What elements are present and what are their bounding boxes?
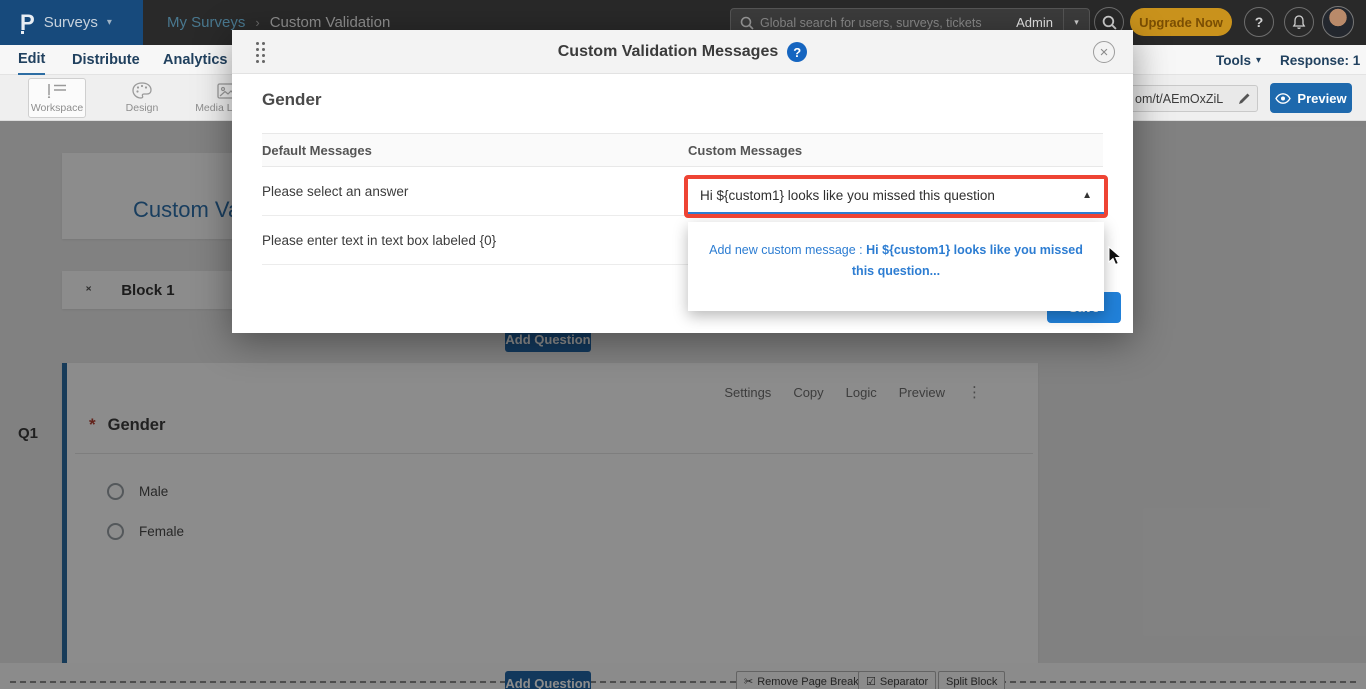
custom-message-select[interactable]: Hi ${custom1} looks like you missed this… bbox=[688, 179, 1104, 214]
preview-button[interactable]: Preview bbox=[1270, 83, 1352, 113]
tab-edit[interactable]: Edit bbox=[18, 45, 45, 75]
tab-analytics[interactable]: Analytics bbox=[163, 45, 227, 75]
toolbar-item-design[interactable]: Design bbox=[113, 78, 171, 118]
response-count[interactable]: Response: 1 bbox=[1280, 45, 1360, 75]
breadcrumb-current: Custom Validation bbox=[270, 14, 391, 31]
custom-message-value: Hi ${custom1} looks like you missed this… bbox=[700, 188, 1082, 203]
chevron-down-icon: ▾ bbox=[1256, 55, 1261, 66]
palette-icon bbox=[132, 82, 152, 99]
modal-question-title: Gender bbox=[262, 90, 322, 110]
select-dropdown-panel: Add new custom message : Hi ${custom1} l… bbox=[688, 222, 1104, 311]
modal-header: Custom Validation Messages ? × bbox=[232, 30, 1133, 74]
mouse-cursor bbox=[1108, 246, 1123, 267]
notifications-button[interactable] bbox=[1284, 7, 1314, 37]
eye-icon bbox=[1275, 93, 1291, 104]
pen-lines-icon bbox=[46, 83, 68, 99]
help-button[interactable]: ? bbox=[1244, 7, 1274, 37]
app-switcher[interactable]: P Surveys ▾ bbox=[0, 0, 143, 45]
help-icon[interactable]: ? bbox=[787, 42, 807, 62]
chevron-down-icon: ▾ bbox=[1074, 17, 1079, 28]
tools-menu[interactable]: Tools ▾ bbox=[1216, 45, 1261, 75]
search-icon bbox=[1102, 15, 1117, 30]
column-custom-messages: Custom Messages bbox=[688, 143, 1103, 158]
share-url-value: om/t/AEmOxZiL bbox=[1135, 92, 1233, 106]
search-scope-label[interactable]: Admin bbox=[1006, 15, 1063, 30]
breadcrumb-my-surveys[interactable]: My Surveys bbox=[167, 14, 245, 31]
custom-validation-modal: Custom Validation Messages ? × Gender De… bbox=[232, 30, 1133, 333]
default-message-1: Please select an answer bbox=[262, 184, 688, 199]
column-default-messages: Default Messages bbox=[262, 143, 688, 158]
highlighted-select-outline: Hi ${custom1} looks like you missed this… bbox=[684, 175, 1108, 218]
pencil-icon[interactable] bbox=[1238, 92, 1251, 105]
global-search-input[interactable] bbox=[754, 16, 1006, 30]
tab-distribute[interactable]: Distribute bbox=[72, 45, 140, 75]
share-url-field[interactable]: om/t/AEmOxZiL bbox=[1128, 85, 1258, 112]
app-logo-icon: P bbox=[20, 12, 35, 34]
bell-icon bbox=[1292, 15, 1306, 30]
default-message-2: Please enter text in text box labeled {0… bbox=[262, 233, 688, 248]
question-icon: ? bbox=[1255, 14, 1264, 30]
chevron-up-icon: ▲ bbox=[1082, 190, 1092, 201]
table-header-row: Default Messages Custom Messages bbox=[262, 133, 1103, 167]
breadcrumb-separator-icon: › bbox=[255, 15, 259, 30]
upgrade-now-button[interactable]: Upgrade Now bbox=[1130, 8, 1232, 36]
screen: P Surveys ▾ My Surveys › Custom Validati… bbox=[0, 0, 1366, 689]
product-name: Surveys bbox=[44, 14, 98, 31]
close-icon[interactable]: × bbox=[1093, 41, 1115, 63]
user-avatar[interactable] bbox=[1322, 6, 1354, 38]
chevron-down-icon: ▾ bbox=[107, 17, 112, 28]
toolbar-item-workspace[interactable]: Workspace bbox=[28, 78, 86, 118]
search-icon bbox=[740, 16, 754, 30]
modal-title: Custom Validation Messages bbox=[558, 43, 779, 61]
add-new-custom-message-option[interactable]: Add new custom message : Hi ${custom1} l… bbox=[708, 240, 1084, 282]
